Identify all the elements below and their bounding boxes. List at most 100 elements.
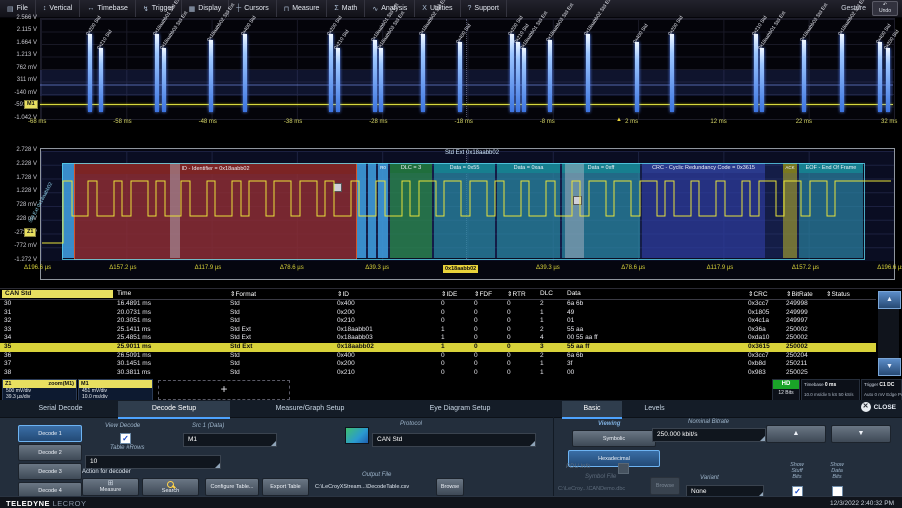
col-header-id[interactable]: ⇕ID xyxy=(337,290,349,298)
table-row[interactable]: 3525.9011 msStd Ext0x18aabb02100355 aa f… xyxy=(0,343,876,352)
table-row[interactable]: 3016.4891 msStd0x40000026a 6b0x3cc724999… xyxy=(0,300,876,309)
table-rows-field[interactable]: 10 xyxy=(85,455,221,469)
cell-bitrate: 250002 xyxy=(786,334,808,343)
protocol-select[interactable]: CAN Std xyxy=(372,433,536,447)
cell-ide: 1 xyxy=(441,334,445,343)
top-y-label: 2.566 V xyxy=(0,15,37,21)
menu-timebase[interactable]: ↔Timebase xyxy=(80,0,135,17)
math-icon: Σ xyxy=(334,5,338,12)
can-frame-burst xyxy=(336,48,340,112)
oscilloscope-screen: ▤File↕Vertical↔Timebase↯Trigger▦Display┼… xyxy=(0,0,902,508)
cell-ide: 0 xyxy=(441,352,445,361)
center-reference-line xyxy=(466,19,467,117)
menu-support[interactable]: ?Support xyxy=(461,0,507,17)
cursors-icon: ┼ xyxy=(236,5,241,12)
z1-descriptor[interactable]: Z1zoom(M1) 500 mV/div 39.3 µs/div xyxy=(2,379,77,402)
cell-ide: 0 xyxy=(441,369,445,378)
cell-format: Std xyxy=(230,309,240,318)
close-dialog-button[interactable]: ✕ CLOSE xyxy=(861,402,896,412)
cell-bitrate: 250204 xyxy=(786,352,808,361)
can-frame-burst xyxy=(379,48,383,112)
decode-2-button[interactable]: Decode 2 xyxy=(18,444,82,461)
add-trace-button[interactable]: + xyxy=(158,380,290,400)
cell-bitrate: 250025 xyxy=(786,369,808,378)
col-header-dlc[interactable]: DLC xyxy=(540,290,553,297)
export-table-button[interactable]: Export Table xyxy=(262,478,309,496)
table-scrollbar[interactable]: ▲ ▼ xyxy=(878,291,899,376)
cell-fdf: 0 xyxy=(474,343,478,352)
col-header-data[interactable]: Data xyxy=(567,290,581,297)
zoom-y-label: 2.228 V xyxy=(0,161,37,167)
col-header-ide[interactable]: ⇕IDE xyxy=(441,290,457,298)
tab-basic[interactable]: Basic xyxy=(562,401,622,419)
col-header-time[interactable]: Time xyxy=(117,290,131,297)
bitrate-up-button[interactable]: ▲ xyxy=(766,425,826,443)
decoder-tag[interactable]: CAN Std xyxy=(2,290,113,298)
table-row[interactable]: 3626.5091 msStd0x40000026a 6b0x3cc725020… xyxy=(0,352,876,361)
menu-math[interactable]: ΣMath xyxy=(327,0,365,17)
browse-output-button[interactable]: Browse xyxy=(436,478,464,496)
selected-frame-tag: 0x18aabb02 xyxy=(443,265,478,273)
tab-decode-setup[interactable]: Decode Setup xyxy=(118,401,230,419)
configure-table-button[interactable]: Configure Table... xyxy=(205,478,259,496)
measure-button[interactable]: ⊞ Measure xyxy=(82,478,139,496)
src1-select[interactable]: M1 xyxy=(183,433,277,447)
z1-trace-badge[interactable]: Z1 xyxy=(24,228,36,237)
col-header-rtr[interactable]: ⇕RTR xyxy=(507,290,526,298)
decode-3-button[interactable]: Decode 3 xyxy=(18,463,82,480)
trigger-status-box[interactable]: Trigger C1 DC Auto 0 mV Edge Positive xyxy=(861,379,902,401)
table-row[interactable]: 3830.3811 msStd0x2100001000x983250025 xyxy=(0,369,876,378)
symbolic-button[interactable]: Symbolic xyxy=(572,430,656,447)
table-row[interactable]: 3730.1451 msStd0x20000013f0xb8d250211 xyxy=(0,360,876,369)
cell-id: 0x18aabb01 xyxy=(337,326,373,335)
scroll-down-button[interactable]: ▼ xyxy=(878,358,901,376)
nominal-bitrate-field[interactable]: 250.000 kbit/s xyxy=(652,428,766,442)
search-button[interactable]: Search xyxy=(142,478,199,496)
m1-descriptor[interactable]: M1 451 mV/div 10.0 ms/div xyxy=(78,379,153,401)
col-header-status[interactable]: ⇕Status xyxy=(826,290,850,298)
timebase-status-box[interactable]: Timebase 0 ms 10.0 ms/div 5 kS 50 kS/s xyxy=(801,379,860,401)
zoom-y-label: 1.228 V xyxy=(0,188,37,194)
cell-id: 0x200 xyxy=(337,360,355,369)
decode-1-button[interactable]: Decode 1 xyxy=(18,425,82,442)
cell-dlc: 1 xyxy=(540,309,544,318)
trigger-position-marker[interactable]: ▲ xyxy=(616,117,622,123)
bitrate-down-button[interactable]: ▼ xyxy=(831,425,891,443)
pdu-info-checkbox[interactable] xyxy=(618,463,629,474)
table-row[interactable]: 3325.1411 msStd Ext0x18aabb01100255 aa0x… xyxy=(0,326,876,335)
protocol-label: Protocol xyxy=(400,421,422,427)
can-frame-burst xyxy=(421,34,425,112)
tab-eye-diagram-setup[interactable]: Eye Diagram Setup xyxy=(390,401,530,417)
cell-bitrate: 250211 xyxy=(786,360,807,369)
cell-data: 55 aa xyxy=(567,326,583,335)
tab-levels[interactable]: Levels xyxy=(627,401,682,417)
browse-symbol-button[interactable]: Browse xyxy=(650,477,680,495)
menu-measure[interactable]: ⊓Measure xyxy=(277,0,328,17)
col-header-fdf[interactable]: ⇕FDF xyxy=(474,290,492,298)
measure-icon: ⊓ xyxy=(284,5,289,13)
protocol-icon xyxy=(345,427,369,444)
decode-result-table[interactable]: CAN Std Time ⇕Format ⇕ID ⇕IDE ⇕FDF ⇕RTR DLC Dat… xyxy=(0,288,902,380)
top-y-label: -140 mV xyxy=(0,90,37,96)
table-row[interactable]: 3120.0731 msStd0x2000001490x1805249999 xyxy=(0,309,876,318)
cell-ide: 0 xyxy=(441,317,445,326)
can-frame-burst xyxy=(886,48,890,112)
hd-status-box[interactable]: HD 12 Bits xyxy=(772,379,800,401)
table-row[interactable]: 3220.3051 msStd0x2100001010x4c1a249997 xyxy=(0,317,876,326)
tab-measure-graph-setup[interactable]: Measure/Graph Setup xyxy=(235,401,385,417)
m1-trace-badge[interactable]: M1 xyxy=(24,100,38,109)
view-decode-checkbox[interactable]: ✓ xyxy=(120,433,131,444)
view-decode-label: View Decode xyxy=(105,423,140,429)
scroll-up-button[interactable]: ▲ xyxy=(878,291,901,309)
cell-ide: 0 xyxy=(441,360,445,369)
menu-vertical[interactable]: ↕Vertical xyxy=(36,0,80,17)
col-header-bitrate[interactable]: ⇕BitRate xyxy=(786,290,813,298)
col-header-format[interactable]: ⇕Format xyxy=(230,290,256,298)
cell-idx: 32 xyxy=(4,317,11,326)
tab-serial-decode[interactable]: Serial Decode xyxy=(8,401,113,417)
cell-fdf: 0 xyxy=(474,300,478,309)
undo-button[interactable]: ↶ Undo xyxy=(872,1,898,16)
col-header-crc[interactable]: ⇕CRC xyxy=(748,290,768,298)
cell-ide: 0 xyxy=(441,300,445,309)
top-x-label: -68 ms xyxy=(28,119,46,125)
